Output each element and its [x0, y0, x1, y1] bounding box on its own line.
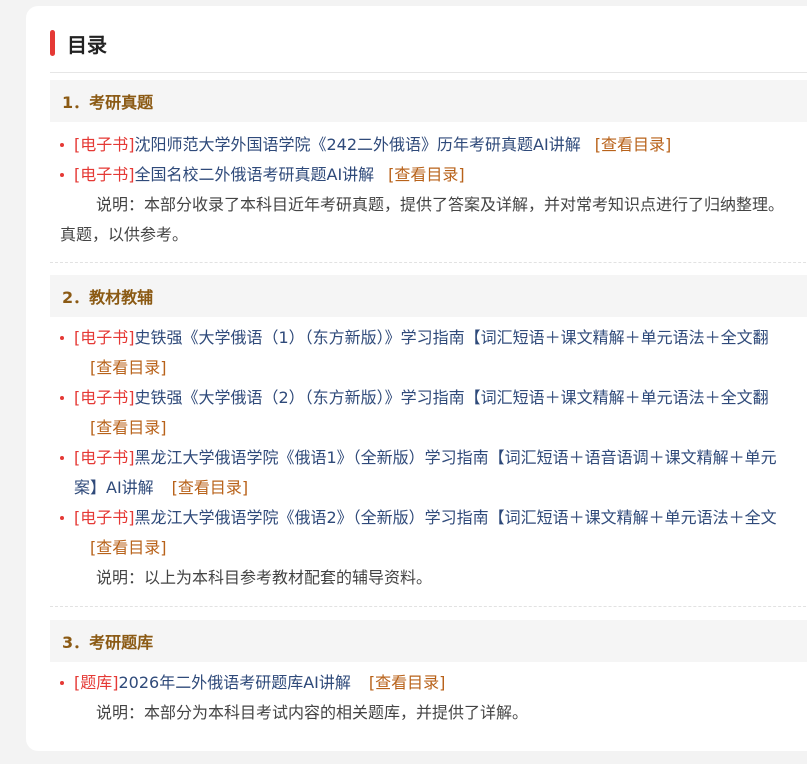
view-toc-link[interactable]: [查看目录]	[595, 135, 672, 154]
item-title-link[interactable]: 史铁强《大学俄语（2）（东方新版）》学习指南【词汇短语＋课文精解＋单元语法＋全文…	[135, 388, 769, 407]
item-tag: [电子书]	[74, 135, 135, 154]
bullet-icon	[60, 336, 64, 340]
bullet-icon	[60, 396, 64, 400]
item-title-link[interactable]: 沈阳师范大学外国语学院《242二外俄语》历年考研真题AI讲解	[135, 135, 581, 154]
title-accent-bar	[50, 30, 55, 56]
toc-card: 目录 1．考研真题 [电子书]沈阳师范大学外国语学院《242二外俄语》历年考研真…	[26, 6, 807, 751]
view-toc-link[interactable]: [查看目录]	[90, 418, 167, 437]
item-list: [电子书]沈阳师范大学外国语学院《242二外俄语》历年考研真题AI讲解 [查看目录…	[50, 130, 807, 190]
page-title: 目录	[67, 32, 107, 57]
item-list: [题库]2026年二外俄语考研题库AI讲解 [查看目录]	[50, 668, 807, 698]
list-item: [电子书]史铁强《大学俄语（2）（东方新版）》学习指南【词汇短语＋课文精解＋单元…	[50, 383, 807, 443]
section-question-bank: 3．考研题库 [题库]2026年二外俄语考研题库AI讲解 [查看目录] 说明：本部…	[50, 620, 807, 728]
item-title-continuation[interactable]: 案】AI讲解	[74, 478, 154, 497]
bullet-icon	[60, 516, 64, 520]
view-toc-link[interactable]: [查看目录]	[388, 165, 465, 184]
item-tag: [电子书]	[74, 448, 135, 467]
item-title-link[interactable]: 黑龙江大学俄语学院《俄语2》（全新版）学习指南【词汇短语＋课文精解＋单元语法＋全…	[135, 508, 777, 527]
item-tag: [电子书]	[74, 328, 135, 347]
bullet-icon	[60, 173, 64, 177]
section-textbooks: 2．教材教辅 [电子书]史铁强《大学俄语（1）（东方新版）》学习指南【词汇短语＋…	[50, 275, 807, 593]
list-item: [电子书]沈阳师范大学外国语学院《242二外俄语》历年考研真题AI讲解 [查看目录…	[50, 130, 807, 160]
list-item: [题库]2026年二外俄语考研题库AI讲解 [查看目录]	[50, 668, 807, 698]
section-exam-papers: 1．考研真题 [电子书]沈阳师范大学外国语学院《242二外俄语》历年考研真题AI…	[50, 80, 807, 250]
view-toc-link[interactable]: [查看目录]	[90, 538, 167, 557]
item-list: [电子书]史铁强《大学俄语（1）（东方新版）》学习指南【词汇短语＋课文精解＋单元…	[50, 323, 807, 563]
item-tag: [电子书]	[74, 388, 135, 407]
item-tag: [题库]	[74, 673, 119, 692]
view-toc-link[interactable]: [查看目录]	[90, 358, 167, 377]
item-title-link[interactable]: 黑龙江大学俄语学院《俄语1》（全新版）学习指南【词汇短语＋语音语调＋课文精解＋单…	[135, 448, 777, 467]
list-item: [电子书]全国名校二外俄语考研真题AI讲解 [查看目录]	[50, 160, 807, 190]
section-heading: 3．考研题库	[50, 620, 807, 662]
section-heading: 2．教材教辅	[50, 275, 807, 317]
list-item: [电子书]黑龙江大学俄语学院《俄语1》（全新版）学习指南【词汇短语＋语音语调＋课…	[50, 443, 807, 503]
view-toc-link[interactable]: [查看目录]	[369, 673, 446, 692]
section-note: 说明：本部分收录了本科目近年考研真题，提供了答案及详解，并对常考知识点进行了归纳…	[60, 195, 785, 244]
section-divider	[50, 262, 807, 263]
toc-header: 目录	[50, 28, 107, 58]
section-divider	[50, 606, 807, 607]
item-title-link[interactable]: 2026年二外俄语考研题库AI讲解	[119, 673, 351, 692]
item-title-link[interactable]: 全国名校二外俄语考研真题AI讲解	[135, 165, 375, 184]
item-tag: [电子书]	[74, 165, 135, 184]
bullet-icon	[60, 456, 64, 460]
section-note: 说明：以上为本科目参考教材配套的辅导资料。	[96, 568, 433, 587]
view-toc-link[interactable]: [查看目录]	[172, 478, 249, 497]
section-note: 说明：本部分为本科目考试内容的相关题库，并提供了详解。	[96, 703, 529, 722]
item-tag: [电子书]	[74, 508, 135, 527]
title-divider	[50, 72, 807, 73]
bullet-icon	[60, 143, 64, 147]
item-title-link[interactable]: 史铁强《大学俄语（1）（东方新版）》学习指南【词汇短语＋课文精解＋单元语法＋全文…	[135, 328, 769, 347]
list-item: [电子书]史铁强《大学俄语（1）（东方新版）》学习指南【词汇短语＋课文精解＋单元…	[50, 323, 807, 383]
list-item: [电子书]黑龙江大学俄语学院《俄语2》（全新版）学习指南【词汇短语＋课文精解＋单…	[50, 503, 807, 563]
section-heading: 1．考研真题	[50, 80, 807, 122]
bullet-icon	[60, 681, 64, 685]
